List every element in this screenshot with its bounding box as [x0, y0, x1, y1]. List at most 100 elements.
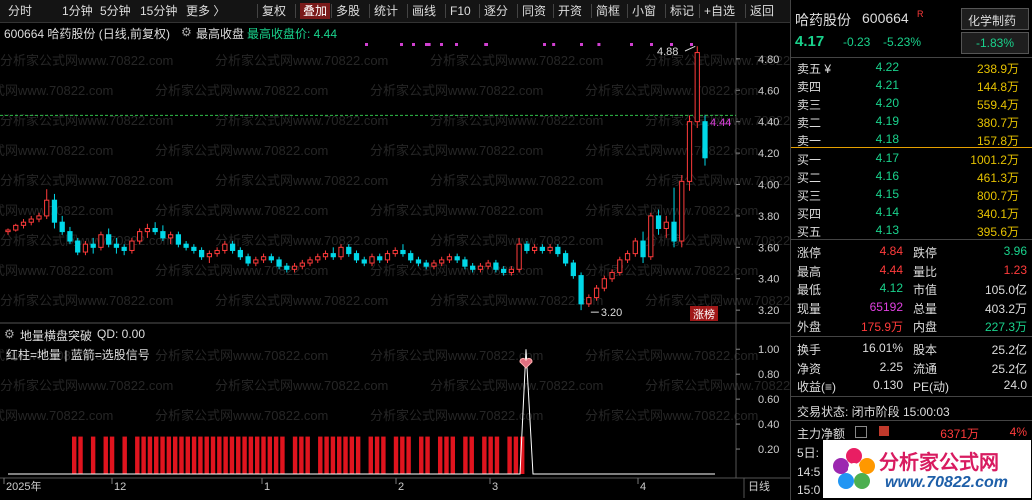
- bid-volume: 395.6万: [976, 225, 1019, 239]
- candle-body: [346, 246, 352, 255]
- candle-body: [470, 265, 476, 270]
- ask-row[interactable]: 卖四 4.21 144.8万: [791, 77, 1032, 94]
- low-label: 3.20: [601, 307, 622, 319]
- volume-signal-bar: [254, 436, 260, 474]
- ask-price: 4.21: [875, 78, 899, 92]
- sub-tick-label: 0.40: [758, 419, 779, 431]
- bid-label: 买四: [797, 207, 822, 221]
- sector-button[interactable]: 化学制药: [961, 8, 1029, 30]
- volume-signal-bar: [406, 436, 411, 474]
- price-tick-label: 4.60: [758, 85, 779, 97]
- candle-body: [524, 243, 530, 251]
- volume-signal-bar: [261, 436, 266, 474]
- ask-volume: 144.8万: [976, 80, 1019, 94]
- bid-row[interactable]: 买二 4.16 461.3万: [791, 168, 1032, 185]
- candle-body: [609, 271, 615, 280]
- x-axis-label: 12: [114, 481, 126, 493]
- signal-dot: [425, 43, 428, 46]
- candle-body: [90, 243, 96, 248]
- bid-row[interactable]: 买三 4.15 800.7万: [791, 186, 1032, 203]
- candle-body: [539, 246, 545, 251]
- stat-label: 市值: [913, 283, 938, 297]
- bid-row[interactable]: 买五 4.13 395.6万: [791, 222, 1032, 239]
- volume-signal-bar: [343, 436, 348, 474]
- candle-body: [508, 268, 515, 273]
- volume-signal-bar: [135, 436, 140, 474]
- candle-body: [384, 253, 391, 261]
- candle-body: [129, 240, 135, 251]
- candle-body: [160, 231, 166, 239]
- bid-row[interactable]: 买四 4.14 340.1万: [791, 204, 1032, 221]
- candle-body: [36, 215, 42, 220]
- candle-body: [253, 259, 259, 264]
- main-flow-pct: 4%: [1009, 425, 1027, 439]
- bid-row[interactable]: 买一 4.17 1001.2万: [791, 150, 1032, 167]
- sub-settings-gear-icon[interactable]: ⚙: [4, 327, 15, 341]
- volume-signal-bar: [267, 436, 273, 474]
- flower-logo-icon: [833, 448, 875, 489]
- sub-indicator-name[interactable]: 地量横盘突破: [20, 327, 92, 344]
- stat-value: 227.3万: [984, 320, 1027, 334]
- volume-signal-bar: [381, 436, 386, 474]
- volume-signal-bar: [507, 436, 512, 474]
- candle-body: [679, 180, 685, 242]
- candle-body: [284, 265, 290, 270]
- stat-label: 跌停: [913, 246, 938, 260]
- candle-body: [570, 262, 576, 277]
- candle-body: [400, 249, 406, 255]
- sub-indicator-qd: QD: 0.00: [97, 327, 146, 341]
- watermark-text: 分析家公式网www.70822.com: [430, 293, 603, 308]
- stock-code: 600664: [862, 10, 909, 26]
- tick-time-1: 14:5: [797, 465, 821, 479]
- candle-body: [617, 259, 623, 273]
- stat-label: 流通: [913, 361, 938, 376]
- x-axis-label: 1: [264, 481, 270, 493]
- stat-row: 外盘 175.9万 内盘 227.3万: [791, 317, 1032, 334]
- stat-label: 涨停: [797, 246, 822, 260]
- candle-body: [222, 243, 228, 251]
- candle-body: [640, 240, 646, 258]
- ask-row[interactable]: 卖五 ¥ 4.22 238.9万: [791, 59, 1032, 76]
- volume-signal-bar: [463, 436, 468, 474]
- kline-chart[interactable]: 分析家公式网www.70822.com 分析家公式网www.70822.com 分析…: [0, 0, 790, 500]
- candle-body: [555, 246, 561, 255]
- candle-body: [702, 121, 708, 159]
- ask-label: 卖二: [797, 116, 822, 130]
- watermark-text: 分析家公式网www.70822.com: [215, 293, 388, 308]
- watermark-text: 分析家公式网www.70822.com: [0, 263, 113, 278]
- volume-signal-bar: [330, 436, 336, 474]
- candle-body: [291, 265, 298, 270]
- watermark-text: 分析家公式网www.70822.com: [0, 83, 113, 98]
- bid-price: 4.17: [875, 151, 899, 165]
- candle-body: [531, 246, 538, 251]
- watermark-text: 分析家公式网www.70822.com: [215, 233, 388, 248]
- signal-dot: [597, 43, 601, 46]
- sub-legend: 红柱=地量 | 蓝箭=选股信号: [6, 348, 150, 362]
- bid-volume: 800.7万: [976, 189, 1019, 203]
- stat-value: 1.23: [1003, 262, 1027, 277]
- ask-row[interactable]: 卖三 4.20 559.4万: [791, 95, 1032, 112]
- candle-body: [369, 256, 375, 264]
- volume-signal-bar: [450, 436, 456, 474]
- candle-body: [648, 215, 654, 258]
- candle-body: [446, 256, 453, 261]
- candle-body: [106, 234, 112, 245]
- watermark-text: 分析家公式网www.70822.com: [585, 348, 758, 363]
- ask-row[interactable]: 卖一 4.18 157.8万: [791, 131, 1032, 148]
- candle-body: [137, 231, 143, 242]
- volume-signal-bar: [425, 436, 430, 474]
- watermark-text: 分析家公式网www.70822.com: [155, 348, 328, 363]
- doc-icon[interactable]: [855, 426, 867, 438]
- ask-row[interactable]: 卖二 4.19 380.7万: [791, 113, 1032, 130]
- volume-signal-bar: [242, 436, 247, 474]
- volume-signal-bar: [141, 436, 146, 474]
- bid-label: 买二: [797, 171, 822, 185]
- rank-badge: 涨榜: [693, 307, 715, 321]
- stat-value: 65192: [869, 299, 903, 314]
- volume-signal-bar: [185, 436, 190, 474]
- candle-body: [168, 234, 174, 239]
- signal-heart-icon: [519, 357, 533, 369]
- sub-tick-label: 0.60: [758, 394, 779, 406]
- ask-volume: 559.4万: [976, 98, 1019, 112]
- bid-volume: 340.1万: [976, 207, 1019, 221]
